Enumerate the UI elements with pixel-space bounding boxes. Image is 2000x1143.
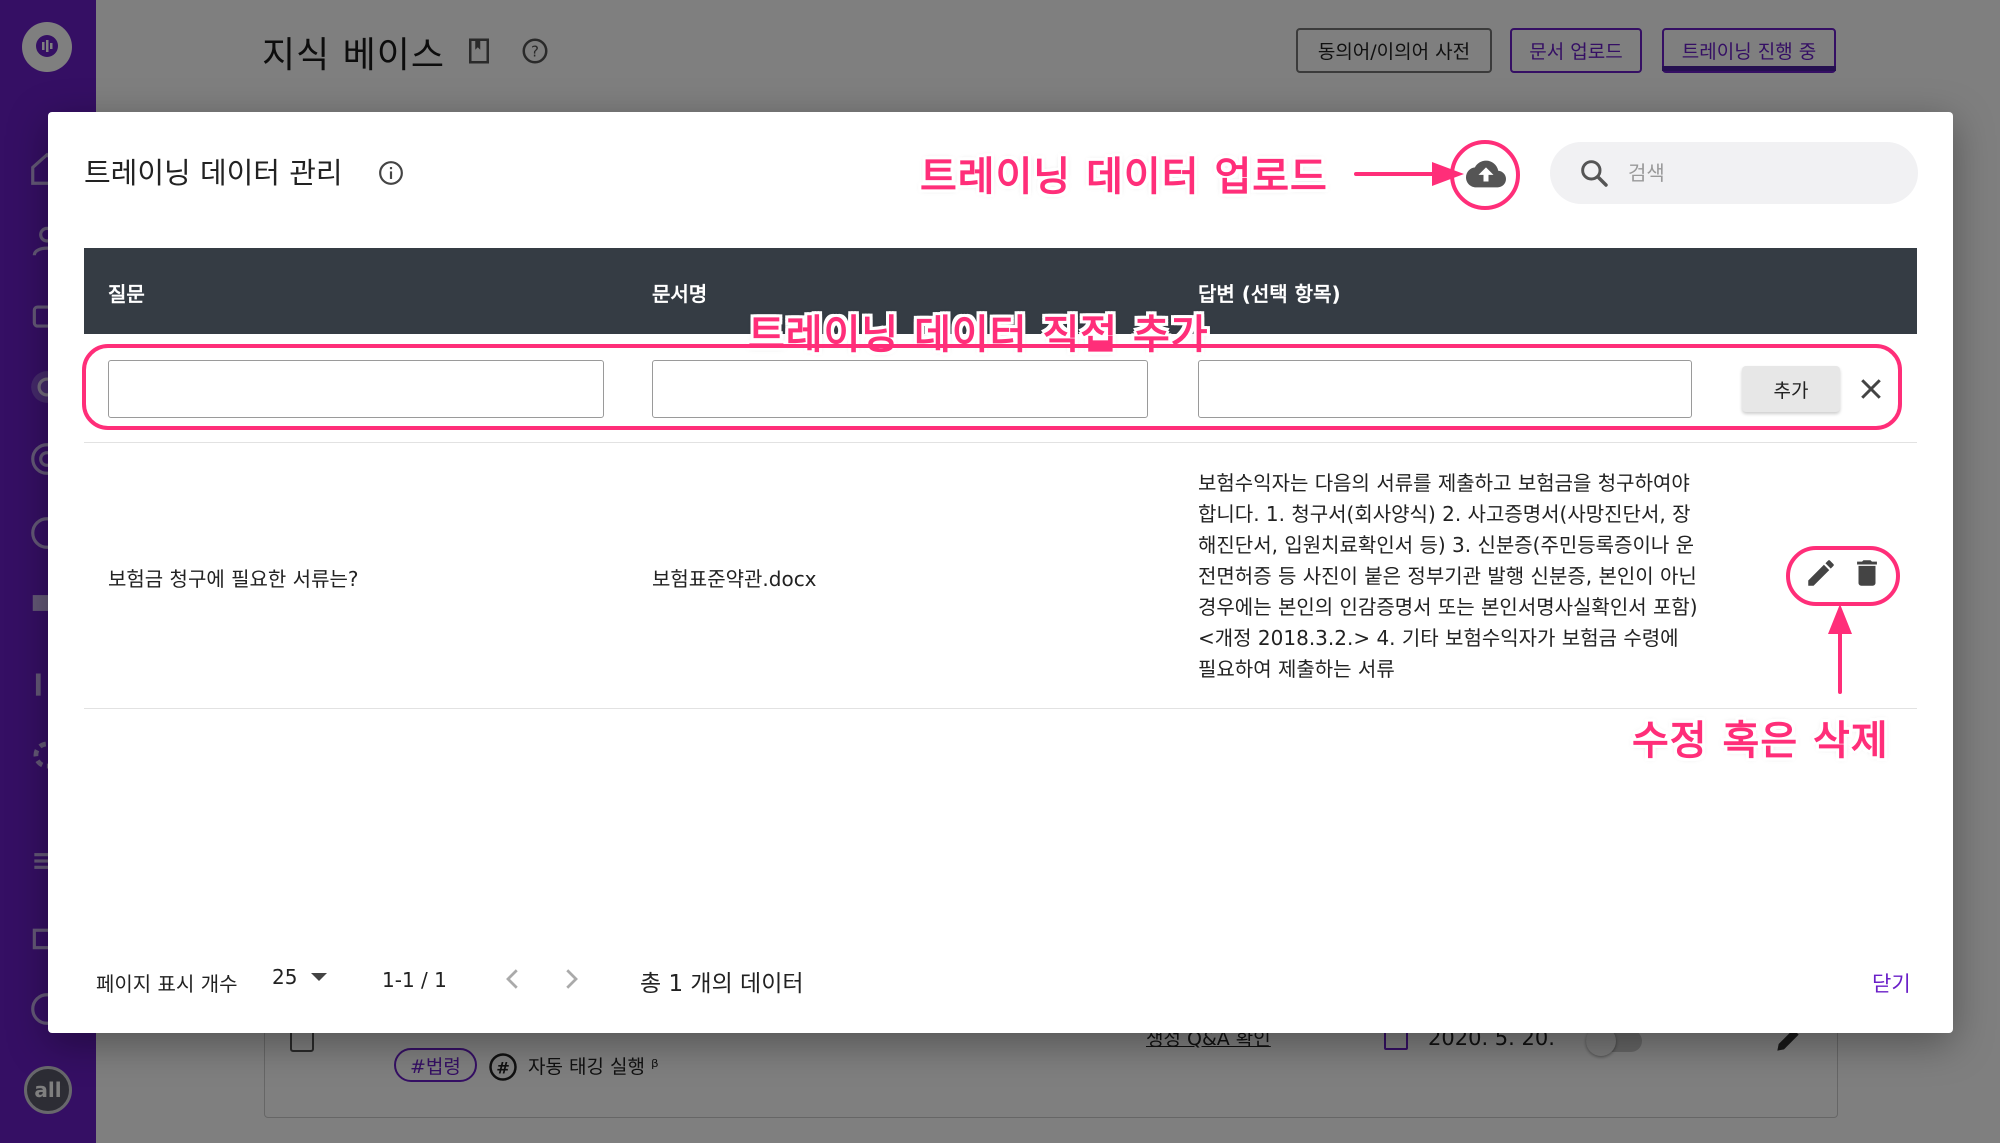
page-range: 1-1 / 1 [382,968,447,992]
rows-per-page-value: 25 [272,965,298,989]
close-button[interactable]: 닫기 [1872,968,1911,998]
info-icon[interactable] [378,160,404,186]
caret-down-icon [311,973,328,981]
row-document: 보험표준약관.docx [652,567,817,591]
column-header-answer: 답변 (선택 항목) [1198,282,1341,306]
annotation-edit-delete-label: 수정 혹은 삭제 [1632,718,1889,764]
annotation-upload-circle [1450,140,1520,210]
chevron-left-icon[interactable] [498,964,528,994]
row-answer: 보험수익자는 다음의 서류를 제출하고 보험금을 청구하여야 합니다. 1. 청… [1198,471,1698,681]
annotation-edit-delete-box [1786,546,1900,606]
search-bar [1550,142,1918,204]
column-header-document: 문서명 [652,282,708,306]
search-icon [1578,157,1610,189]
divider [84,442,1917,443]
column-header-question: 질문 [108,282,145,306]
annotation-add-row-box [82,344,1902,430]
dialog-title: 트레이닝 데이터 관리 [84,156,343,190]
annotation-upload-label: 트레이닝 데이터 업로드 [920,154,1328,200]
rows-per-page-select[interactable]: 25 [272,965,328,989]
row-question: 보험금 청구에 필요한 서류는? [108,567,359,591]
search-input[interactable] [1628,161,1888,185]
chevron-right-icon[interactable] [556,964,586,994]
rows-per-page-label: 페이지 표시 개수 [96,972,238,996]
training-data-dialog: 트레이닝 데이터 관리 질문 문서명 답변 (선택 항목) 추가 보험금 청구에… [48,112,1953,1033]
total-count: 총 1 개의 데이터 [640,971,804,997]
annotation-arrow-up [1828,604,1852,694]
